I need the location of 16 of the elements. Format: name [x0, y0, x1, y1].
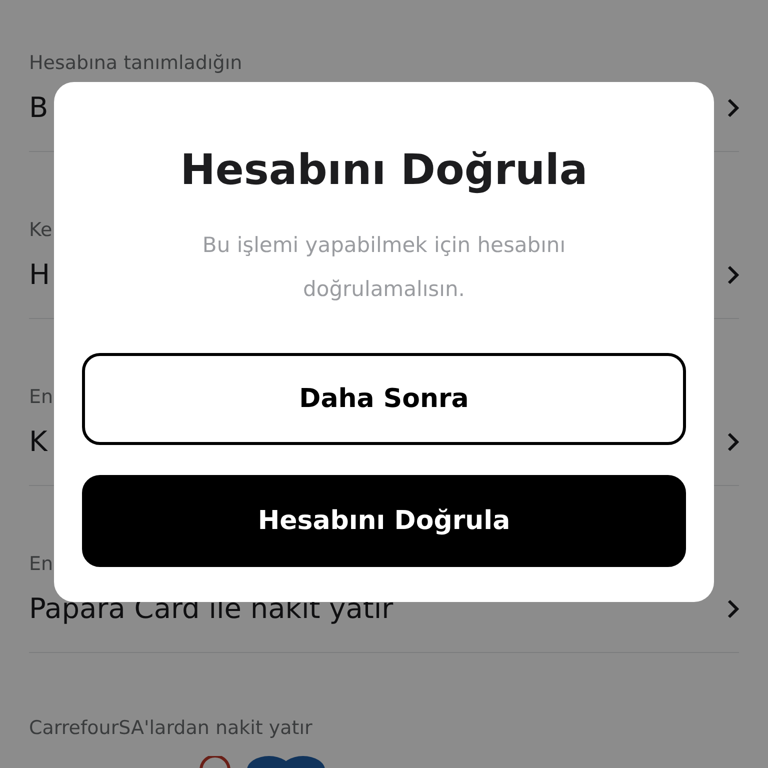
row-label: Hesabına tanımladığın: [29, 51, 242, 76]
chevron-right-icon[interactable]: [727, 599, 739, 619]
chevron-right-icon[interactable]: [727, 98, 739, 118]
row-title[interactable]: B: [29, 88, 48, 128]
row-title[interactable]: K: [29, 422, 48, 462]
verify-button[interactable]: Hesabını Doğrula: [82, 475, 686, 567]
row-label: Ke: [29, 218, 52, 243]
chevron-right-icon[interactable]: [727, 265, 739, 285]
dialog-message: Bu işlemi yapabilmek için hesabını doğrulamalısın.: [201, 232, 567, 303]
row-label: En: [29, 385, 54, 410]
chevron-right-icon[interactable]: [727, 432, 739, 452]
section-label: CarrefourSA'lardan nakit yatır: [29, 716, 314, 741]
later-button[interactable]: Daha Sonra: [82, 353, 686, 445]
row-title[interactable]: H: [29, 255, 50, 295]
dialog-title: Hesabını Doğrula: [180, 144, 588, 196]
row-label: En: [29, 552, 54, 577]
